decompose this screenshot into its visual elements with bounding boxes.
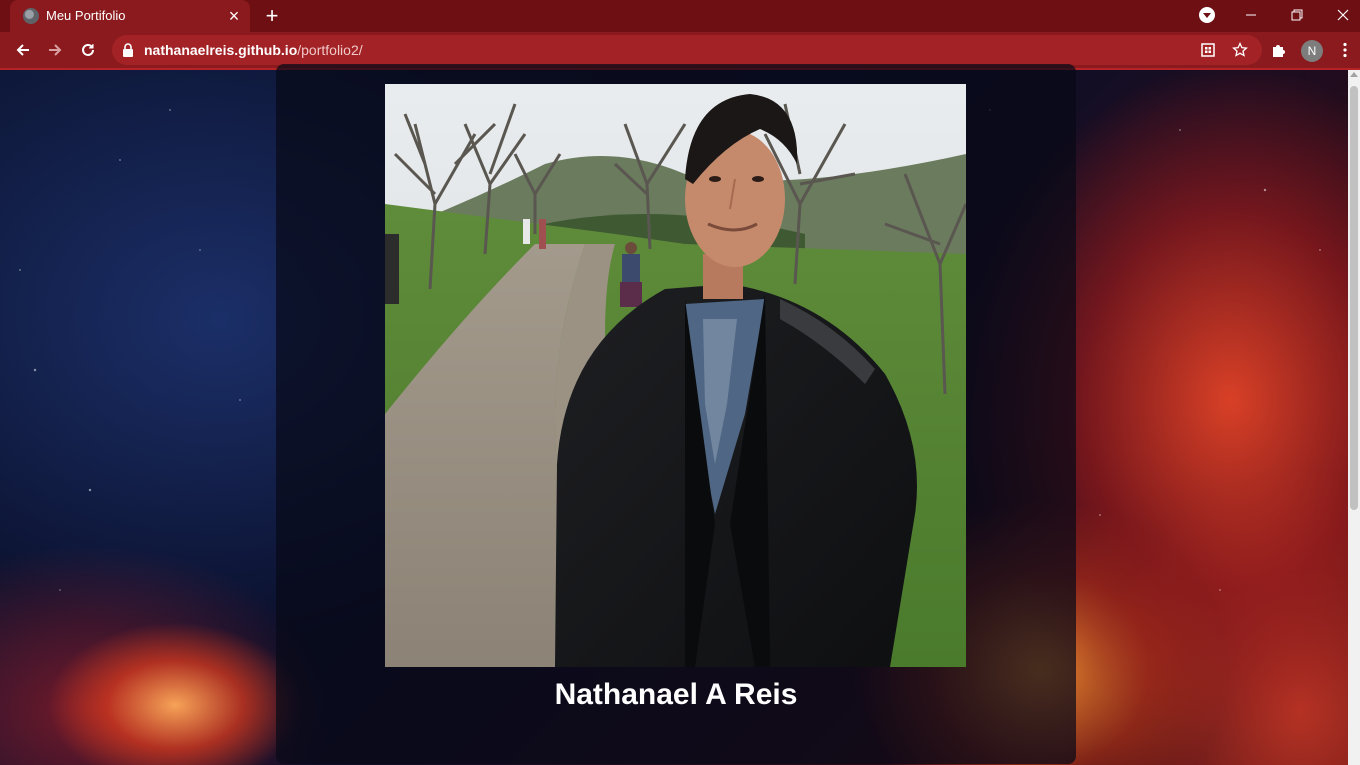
profile-photo — [385, 84, 966, 667]
install-app-icon[interactable] — [1200, 42, 1216, 58]
close-icon[interactable]: × — [224, 6, 244, 26]
browser-toolbar: nathanaelreis.github.io/portfolio2/ N — [0, 32, 1360, 68]
kebab-menu-icon[interactable] — [1336, 41, 1354, 59]
browser-tab[interactable]: Meu Portifolio × — [10, 0, 250, 32]
address-bar[interactable]: nathanaelreis.github.io/portfolio2/ — [112, 35, 1262, 65]
scroll-up-arrow-icon[interactable] — [1350, 72, 1358, 77]
minimize-button[interactable] — [1228, 0, 1274, 30]
profile-name: Nathanael A Reis — [554, 678, 798, 711]
avatar[interactable]: N — [1301, 40, 1323, 62]
url-text: nathanaelreis.github.io/portfolio2/ — [144, 42, 363, 58]
tab-search-icon[interactable] — [1199, 7, 1215, 23]
globe-icon — [23, 8, 39, 24]
tab-title: Meu Portifolio — [46, 8, 126, 23]
page-scrollbar[interactable] — [1348, 70, 1360, 765]
browser-titlebar: Meu Portifolio × + — [0, 0, 1360, 32]
close-window-button[interactable] — [1320, 0, 1360, 30]
star-icon[interactable] — [1232, 42, 1248, 58]
plus-icon[interactable]: + — [260, 4, 284, 28]
puzzle-icon[interactable] — [1270, 41, 1288, 59]
lock-icon[interactable] — [122, 43, 134, 57]
arrow-right-icon[interactable] — [41, 36, 69, 64]
reload-icon[interactable] — [74, 36, 102, 64]
arrow-left-icon[interactable] — [9, 36, 37, 64]
scroll-thumb[interactable] — [1350, 86, 1358, 510]
restore-button[interactable] — [1274, 0, 1320, 30]
